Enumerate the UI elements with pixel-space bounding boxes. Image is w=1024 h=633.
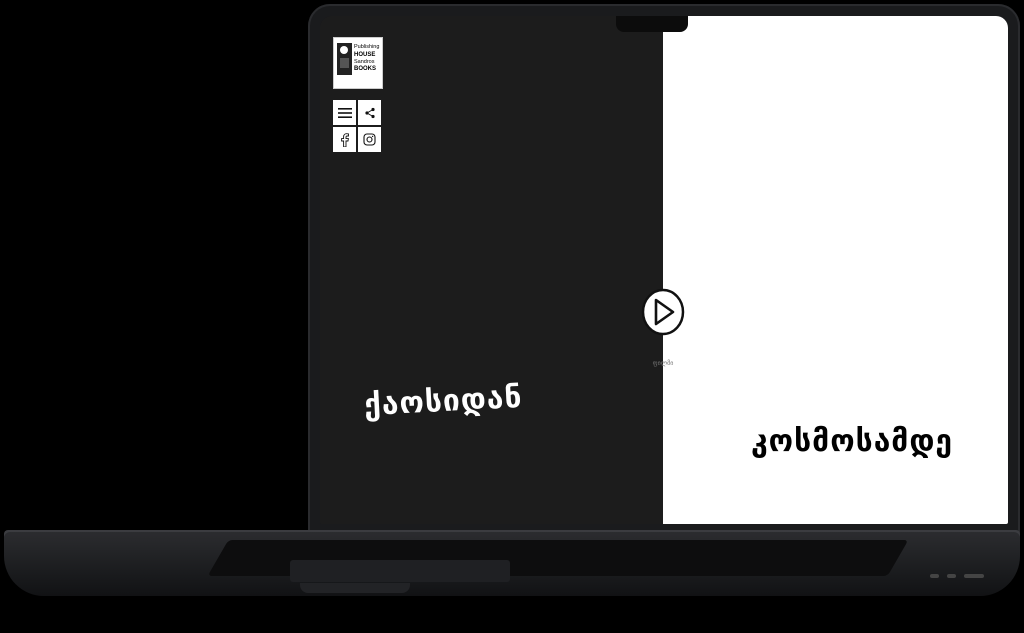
hamburger-icon [337,107,352,118]
usb-port [947,574,956,578]
hero-title-left: ქაოსიდან [363,379,524,424]
right-panel: კოსმოსამდე [663,16,1008,524]
logo-text-1: Publishing [354,44,379,50]
ports [930,574,984,578]
share-button[interactable] [358,100,381,125]
base-front-notch [300,583,410,593]
play-button[interactable] [641,288,685,336]
share-icon [364,107,375,118]
laptop-screen: Publishing HOUSE Sandros BOOKS ქაოსიდან … [320,16,1008,524]
usb-port [930,574,939,578]
facebook-button[interactable] [333,127,356,152]
menu-button[interactable] [333,100,356,125]
logo-text-4: BOOKS [354,66,376,72]
left-panel: Publishing HOUSE Sandros BOOKS ქაოსიდან [320,16,663,524]
hero-title-right: კოსმოსამდე [751,424,954,459]
instagram-icon [363,133,376,146]
card-slot [964,574,984,578]
play-caption: ფილმი [652,360,674,367]
logo-text-3: Sandros [354,59,375,65]
trackpad [290,560,510,582]
camera-notch [616,16,688,32]
instagram-button[interactable] [358,127,381,152]
logo-text-2: HOUSE [354,52,375,58]
play-icon [641,288,685,336]
publisher-logo[interactable]: Publishing HOUSE Sandros BOOKS [333,37,383,89]
nav-grid [333,100,381,152]
facebook-icon [340,132,349,147]
